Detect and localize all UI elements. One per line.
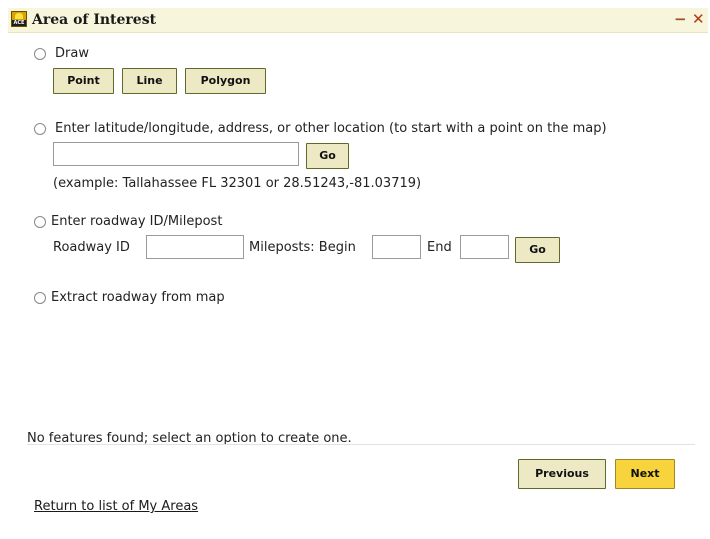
roadway-label: Enter roadway ID/Milepost <box>51 214 223 229</box>
milepost-end-label: End <box>427 240 452 255</box>
draw-label: Draw <box>55 46 89 61</box>
location-go-button[interactable]: Go <box>306 143 349 169</box>
roadway-go-button[interactable]: Go <box>515 237 560 263</box>
previous-button[interactable]: Previous <box>518 459 606 489</box>
line-button[interactable]: Line <box>122 68 177 94</box>
app-logo-text: ACE <box>12 20 26 26</box>
extract-label: Extract roadway from map <box>51 290 225 305</box>
location-input[interactable] <box>53 142 299 166</box>
roadway-id-label: Roadway ID <box>53 240 130 255</box>
minimize-icon[interactable]: − <box>674 10 687 28</box>
milepost-begin-input[interactable] <box>372 235 421 259</box>
return-to-my-areas-link[interactable]: Return to list of My Areas <box>34 499 198 514</box>
polygon-button[interactable]: Polygon <box>185 68 266 94</box>
radio-roadway[interactable] <box>34 216 46 228</box>
milepost-end-input[interactable] <box>460 235 509 259</box>
location-label: Enter latitude/longitude, address, or ot… <box>55 121 607 136</box>
panel-title: Area of Interest <box>32 12 157 28</box>
next-button[interactable]: Next <box>615 459 675 489</box>
radio-draw[interactable] <box>34 48 46 60</box>
panel-header: ACE Area of Interest − ✕ <box>8 8 708 33</box>
roadway-id-input[interactable] <box>146 235 244 259</box>
point-button[interactable]: Point <box>53 68 114 94</box>
radio-location[interactable] <box>34 123 46 135</box>
radio-extract[interactable] <box>34 292 46 304</box>
app-logo-icon: ACE <box>11 11 27 27</box>
close-icon[interactable]: ✕ <box>692 10 705 28</box>
status-divider <box>27 444 695 445</box>
location-example: (example: Tallahassee FL 32301 or 28.512… <box>53 176 422 191</box>
milepost-begin-label: Mileposts: Begin <box>249 240 356 255</box>
